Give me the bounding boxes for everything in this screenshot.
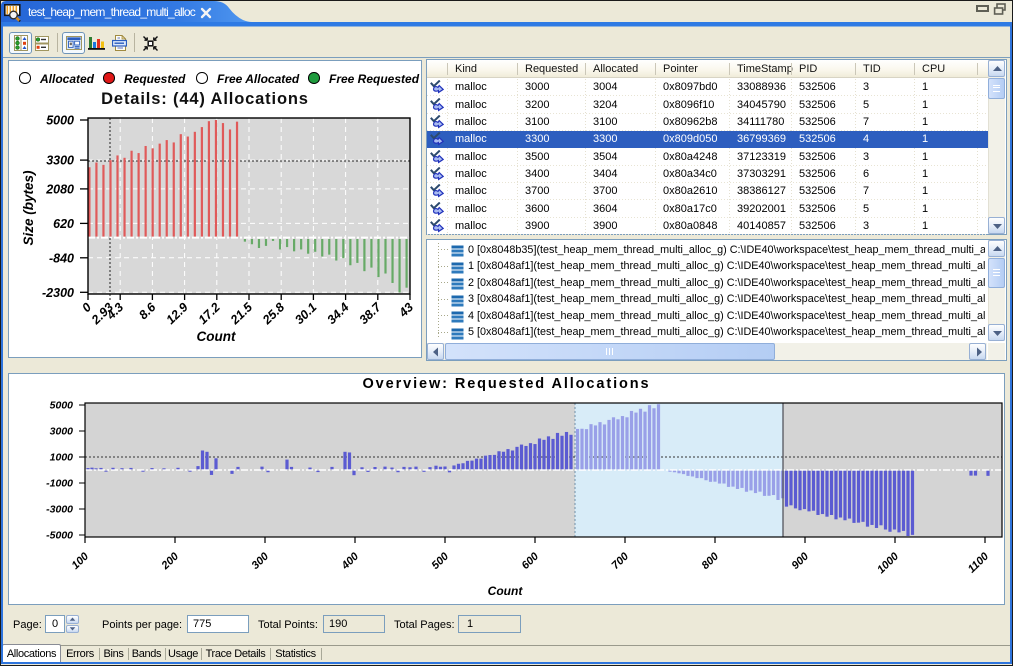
svg-text:-2300: -2300 [42,286,74,300]
svg-text:600: 600 [520,550,542,572]
svg-text:700: 700 [610,550,632,572]
svg-text:30.1: 30.1 [292,300,319,327]
svg-text:-840: -840 [49,251,74,265]
svg-text:400: 400 [339,550,362,573]
svg-text:2080: 2080 [45,182,74,196]
svg-text:38.7: 38.7 [357,299,385,327]
svg-text:1000: 1000 [50,452,74,464]
svg-text:1100: 1100 [966,550,992,576]
svg-text:8.6: 8.6 [136,299,159,322]
svg-text:1000: 1000 [875,550,902,576]
svg-text:100: 100 [70,550,92,572]
svg-text:43: 43 [396,300,416,320]
svg-text:Count: Count [197,329,236,344]
svg-text:200: 200 [159,550,182,573]
svg-text:-1000: -1000 [46,478,73,490]
svg-text:3000: 3000 [50,426,74,438]
svg-text:5000: 5000 [46,114,74,128]
svg-text:800: 800 [700,550,722,572]
svg-text:34.4: 34.4 [324,300,351,327]
svg-text:21.5: 21.5 [227,299,256,327]
svg-text:3300: 3300 [46,154,74,168]
svg-text:12.9: 12.9 [163,300,190,327]
svg-text:5000: 5000 [50,400,74,412]
svg-text:Count: Count [488,584,524,598]
svg-text:620: 620 [53,217,74,231]
svg-text:300: 300 [250,550,272,572]
svg-text:500: 500 [430,550,452,572]
svg-text:25.8: 25.8 [259,300,287,328]
svg-text:-5000: -5000 [46,530,73,542]
svg-text:-3000: -3000 [46,504,73,516]
svg-text:Size (bytes): Size (bytes) [21,170,36,246]
svg-text:17.2: 17.2 [196,300,223,327]
svg-text:900: 900 [790,550,812,572]
